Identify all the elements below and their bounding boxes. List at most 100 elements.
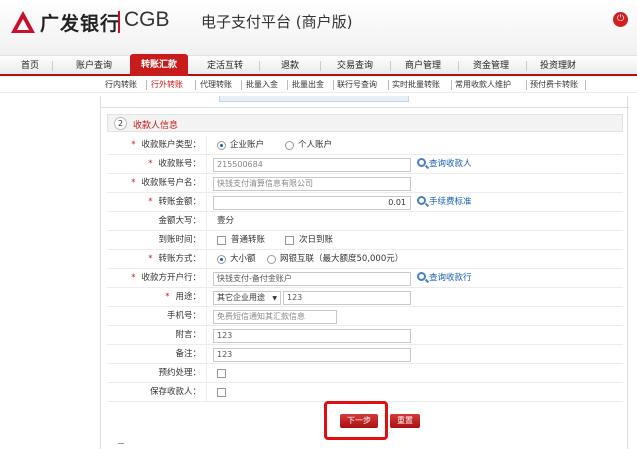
subnav-separator xyxy=(451,80,452,90)
amount-upper-label: 金额大写： xyxy=(107,212,207,231)
remark-input[interactable]: 123 xyxy=(213,348,411,362)
transfer-method-label: * 转账方式： xyxy=(107,250,207,269)
amount-upper-value: 壹分 xyxy=(217,216,235,226)
nav-separator xyxy=(320,61,321,71)
subnav-payee-maintenance[interactable]: 常用收款人维护 xyxy=(455,77,511,93)
amount-input[interactable]: 0.01 xyxy=(213,196,411,210)
row-transfer-method: * 转账方式： 大小额 网银互联（最大额度50,000元） xyxy=(107,250,623,269)
radio-enterprise-label: 企业账户 xyxy=(230,140,265,150)
row-arrival-time: 到账时间： 普通转账 次日到账 xyxy=(107,231,623,250)
row-account-type: * 收款账户类型： 企业账户 个人账户 xyxy=(107,136,623,155)
nav-fund-manage[interactable]: 资金管理 xyxy=(461,56,521,76)
subnav-separator xyxy=(241,80,242,90)
payee-bank-input[interactable]: 快钱支付-备付金账户 xyxy=(213,272,411,286)
cgb-logo-icon xyxy=(11,11,35,33)
row-amount-upper: 金额大写： 壹分 xyxy=(107,212,623,231)
bottom-mark xyxy=(118,443,124,444)
partial-field xyxy=(219,96,409,102)
save-payee-label: 保存收款人： xyxy=(107,383,207,402)
row-account-number: * 收款账号： 215500684 查询收款人 xyxy=(107,155,623,174)
checkbox-save-payee[interactable] xyxy=(217,388,226,397)
phone-input[interactable]: 免费短信通知其汇款信息 xyxy=(213,310,337,324)
chevron-down-icon: ▼ xyxy=(272,295,277,302)
nav-refund[interactable]: 退款 xyxy=(262,56,318,76)
nav-separator xyxy=(259,61,260,71)
sub-nav: 行内转账 行外转账 代理转账 批量入金 批量出金 联行号查询 实时批量转账 常用… xyxy=(0,77,637,93)
message-label: 附言： xyxy=(107,326,207,345)
message-input[interactable]: 123 xyxy=(213,329,411,343)
checkbox-next-day[interactable] xyxy=(285,236,294,245)
nav-home[interactable]: 首页 xyxy=(8,56,52,76)
transfer-form-panel: 2 收款人信息 * 收款账户类型： 企业账户 个人账户 * 收款账号： 215500… xyxy=(100,96,629,449)
subnav-separator xyxy=(388,80,389,90)
online-interbank-label: 网银互联（最大额度50,000元） xyxy=(280,254,404,264)
header: 广发银行 CGB 电子支付平台 (商户版) ⏻ xyxy=(0,0,637,56)
row-save-payee: 保存收款人： xyxy=(107,383,623,402)
subnav-batch-withdraw[interactable]: 批量出金 xyxy=(292,77,324,93)
row-account-name: * 收款账号户名： 快钱支付清算信息有限公司 xyxy=(107,174,623,193)
nav-transaction-query[interactable]: 交易查询 xyxy=(325,56,385,76)
subnav-prepaid-card[interactable]: 预付费卡转账 xyxy=(530,77,578,93)
radio-online-interbank[interactable] xyxy=(267,255,276,264)
checkbox-schedule[interactable] xyxy=(217,369,226,378)
schedule-label: 预约处理： xyxy=(107,364,207,383)
nav-separator xyxy=(458,61,459,71)
subnav-realtime-batch[interactable]: 实时批量转账 xyxy=(392,77,440,93)
account-type-label: * 收款账户类型： xyxy=(107,136,207,155)
fee-standard-link[interactable]: 手续费标准 xyxy=(417,193,472,212)
section-title: 收款人信息 xyxy=(133,121,179,131)
row-remark: 备注： 123 xyxy=(107,345,623,364)
purpose-select[interactable]: 其它企业用途 ▼ xyxy=(213,291,281,305)
subnav-intra-bank[interactable]: 行内转账 xyxy=(105,77,137,93)
subnav-bank-code-query[interactable]: 联行号查询 xyxy=(337,77,377,93)
row-amount: * 转账金额： 0.01 手续费标准 xyxy=(107,193,623,212)
subnav-separator xyxy=(195,80,196,90)
checkbox-normal-transfer[interactable] xyxy=(217,236,226,245)
radio-enterprise[interactable] xyxy=(217,141,226,150)
search-icon xyxy=(417,158,426,167)
large-small-label: 大小额 xyxy=(230,254,256,264)
purpose-input[interactable]: 123 xyxy=(283,291,411,305)
subnav-inter-bank[interactable]: 行外转账 xyxy=(151,77,183,93)
query-payee-link[interactable]: 查询收款人 xyxy=(417,155,472,174)
main-nav: 首页 账户查询 转账汇款 定活互转 退款 交易查询 商户管理 资金管理 投资理财 xyxy=(0,54,637,76)
subnav-agent-transfer[interactable]: 代理转账 xyxy=(200,77,232,93)
amount-label: * 转账金额： xyxy=(107,193,207,212)
next-day-label: 次日到账 xyxy=(299,235,334,245)
normal-transfer-label: 普通转账 xyxy=(231,235,266,245)
nav-fixed-current[interactable]: 定活互转 xyxy=(196,56,254,76)
subnav-separator xyxy=(146,80,147,90)
nav-merchant-manage[interactable]: 商户管理 xyxy=(393,56,453,76)
radio-personal-label: 个人账户 xyxy=(298,140,333,150)
account-name-input[interactable]: 快钱支付清算信息有限公司 xyxy=(213,177,411,191)
subnav-separator xyxy=(287,80,288,90)
account-name-label: * 收款账号户名： xyxy=(107,174,207,193)
row-payee-bank: * 收款方开户行： 快钱支付-备付金账户 查询收款行 xyxy=(107,269,623,288)
account-number-label: * 收款账号： xyxy=(107,155,207,174)
nav-separator xyxy=(390,61,391,71)
radio-personal[interactable] xyxy=(285,141,294,150)
purpose-label: * 用途： xyxy=(107,288,207,307)
subnav-separator xyxy=(333,80,334,90)
row-phone: 手机号： 免费短信通知其汇款信息 xyxy=(107,307,623,326)
phone-label: 手机号： xyxy=(107,307,207,326)
nav-account-query[interactable]: 账户查询 xyxy=(64,56,124,76)
platform-title: 电子支付平台 (商户版) xyxy=(201,13,353,31)
account-number-input[interactable]: 215500684 xyxy=(213,158,411,172)
logout-icon[interactable]: ⏻ xyxy=(613,12,628,27)
reset-button[interactable]: 重置 xyxy=(390,414,420,428)
logo-separator xyxy=(118,11,120,33)
nav-transfer[interactable]: 转账汇款 xyxy=(130,54,188,76)
subnav-separator xyxy=(585,80,586,90)
search-icon xyxy=(417,272,426,281)
nav-separator xyxy=(52,61,53,71)
nav-separator xyxy=(526,61,527,71)
bank-name: 广发银行 xyxy=(40,13,121,35)
search-icon xyxy=(417,196,426,205)
query-bank-link[interactable]: 查询收款行 xyxy=(417,269,472,288)
arrival-time-label: 到账时间： xyxy=(107,231,207,250)
bank-english-name: CGB xyxy=(124,8,170,31)
subnav-batch-deposit[interactable]: 批量入金 xyxy=(246,77,278,93)
nav-investment[interactable]: 投资理财 xyxy=(528,56,588,76)
radio-large-small[interactable] xyxy=(217,255,226,264)
